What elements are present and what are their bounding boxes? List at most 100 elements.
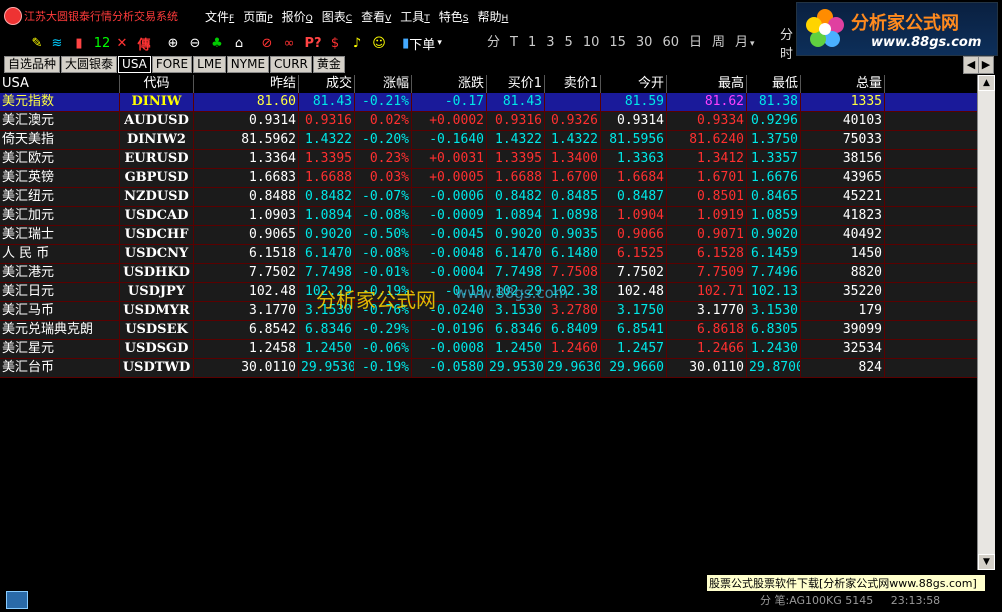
table-row[interactable]: 美汇港元 USDHKD 7.7502 7.7498 -0.01% -0.0004 7.749…	[0, 264, 977, 283]
period-button-10[interactable]: 周	[707, 34, 730, 52]
table-row[interactable]: 美汇英镑 GBPUSD 1.6683 1.6688 0.03% +0.0005 1.6688…	[0, 169, 977, 188]
menu-item-v[interactable]: 查看V	[361, 8, 400, 25]
column-header-0[interactable]: USA	[0, 75, 120, 93]
smiley-icon[interactable]: ☺	[370, 34, 388, 52]
table-row[interactable]: 人 民 币 USDCNY 6.1518 6.1470 -0.08% -0.0048 6.14…	[0, 245, 977, 264]
period-button-4[interactable]: 5	[560, 34, 578, 52]
cell-diff: +0.0002	[412, 112, 487, 130]
intraday-button[interactable]: 分时	[780, 28, 804, 62]
period-button-8[interactable]: 60	[657, 34, 684, 52]
cell-prev: 6.8542	[194, 321, 299, 339]
menu-item-s[interactable]: 特色S	[439, 8, 478, 25]
cell-low: 1.2430	[747, 340, 801, 358]
column-header-11[interactable]: 总量	[801, 75, 885, 93]
tree-icon[interactable]: ♣	[208, 34, 226, 52]
cell-name: 美汇加元	[0, 207, 120, 225]
cell-bid: 6.1470	[487, 245, 545, 263]
menu-item-p[interactable]: 页面P	[243, 8, 281, 25]
bell-icon[interactable]: ♪	[348, 34, 366, 52]
pen-icon[interactable]: ✎	[28, 34, 46, 52]
table-row[interactable]: 倚天美指 DINIW2 81.5962 1.4322 -0.20% -0.1640 1.43…	[0, 131, 977, 150]
column-header-7[interactable]: 卖价1	[545, 75, 601, 93]
bar-chart-icon[interactable]: ▮	[70, 34, 88, 52]
tab-7[interactable]: 黄金	[312, 56, 345, 73]
tab-scroll-right-button[interactable]: ▶	[978, 56, 994, 74]
period-number[interactable]: 12	[92, 34, 112, 52]
tab-5[interactable]: NYME	[226, 56, 270, 73]
zoom-in-icon[interactable]: ⊕	[164, 34, 182, 52]
tab-3[interactable]: FORE	[151, 56, 193, 73]
column-header-8[interactable]: 今开	[601, 75, 667, 93]
column-header-5[interactable]: 涨跌	[412, 75, 487, 93]
watermark-url: www.88gs.com	[455, 284, 569, 302]
scroll-track[interactable]	[978, 91, 995, 554]
tab-4[interactable]: LME	[193, 56, 226, 73]
column-header-1[interactable]: 代码	[120, 75, 194, 93]
column-header-10[interactable]: 最低	[747, 75, 801, 93]
column-header-6[interactable]: 买价1	[487, 75, 545, 93]
home-icon[interactable]: ⌂	[230, 34, 248, 52]
app-icon[interactable]	[4, 7, 22, 25]
period-button-5[interactable]: 10	[578, 34, 605, 52]
network-status-icon[interactable]	[6, 591, 28, 609]
period-button-9[interactable]: 日	[684, 34, 707, 52]
tab-6[interactable]: CURR	[270, 56, 312, 73]
menu-item-c[interactable]: 图表C	[322, 8, 361, 25]
close-chart-icon[interactable]: ✕	[114, 34, 130, 52]
tab-0[interactable]: 自选品种	[4, 56, 61, 73]
chart-tools-icon[interactable]: ≋	[48, 34, 66, 52]
table-row[interactable]: 美汇加元 USDCAD 1.0903 1.0894 -0.08% -0.0009 1.089…	[0, 207, 977, 226]
menu-item-f[interactable]: 文件F	[205, 8, 243, 25]
logo-title: 分析家公式网	[851, 13, 959, 34]
period-button-0[interactable]: 分	[482, 34, 505, 52]
table-row[interactable]: 美元指数 DINIW 81.60 81.43 -0.21% -0.17 81.43 81.59…	[0, 93, 977, 112]
tab-1[interactable]: 大圆银泰	[61, 56, 118, 73]
binoculars-icon[interactable]: ∞	[280, 34, 298, 52]
zoom-out-icon[interactable]: ⊖	[186, 34, 204, 52]
menu-item-q[interactable]: 报价Q	[282, 8, 322, 25]
cell-open: 1.6684	[601, 169, 667, 187]
table-row[interactable]: 美汇台币 USDTWD 30.0110 29.9530 -0.19% -0.0580 29.…	[0, 359, 977, 378]
vertical-scrollbar[interactable]: ▲ ▼	[977, 75, 995, 570]
cell-bid: 1.0894	[487, 207, 545, 225]
menu-item-h[interactable]: 帮助H	[478, 8, 518, 25]
cell-last: 1.4322	[299, 131, 355, 149]
cell-last: 0.9316	[299, 112, 355, 130]
tab-2[interactable]: USA	[118, 56, 151, 73]
table-row[interactable]: 美汇星元 USDSGD 1.2458 1.2450 -0.06% -0.0008 1.245…	[0, 340, 977, 359]
table-row[interactable]: 美汇马币 USDMYR 3.1770 3.1530 -0.76% -0.0240 3.153…	[0, 302, 977, 321]
scroll-up-button[interactable]: ▲	[978, 75, 995, 91]
cell-high: 1.6701	[667, 169, 747, 187]
table-row[interactable]: 美汇纽元 NZDUSD 0.8488 0.8482 -0.07% -0.0006 0.848…	[0, 188, 977, 207]
table-row[interactable]: 美汇瑞士 USDCHF 0.9065 0.9020 -0.50% -0.0045 0.902…	[0, 226, 977, 245]
column-header-2[interactable]: 昨结	[194, 75, 299, 93]
cell-vol: 43965	[801, 169, 885, 187]
help-query-icon[interactable]: P?	[302, 34, 324, 52]
tab-scroll-left-button[interactable]: ◀	[963, 56, 979, 74]
scroll-down-button[interactable]: ▼	[978, 554, 995, 570]
period-button-1[interactable]: T	[505, 34, 523, 52]
table-row[interactable]: 美汇欧元 EURUSD 1.3364 1.3395 0.23% +0.0031 1.3395…	[0, 150, 977, 169]
cell-ask: 6.1480	[545, 245, 601, 263]
period-button-11[interactable]: 月 ▾	[730, 34, 760, 52]
cell-high: 1.2466	[667, 340, 747, 358]
column-header-3[interactable]: 成交	[299, 75, 355, 93]
period-button-6[interactable]: 15	[604, 34, 631, 52]
transmit-icon[interactable]: 傳	[134, 34, 154, 53]
ad-banner[interactable]: 股票公式股票软件下载[分析家公式网www.88gs.com]	[706, 574, 986, 592]
menu-item-t[interactable]: 工具T	[400, 8, 439, 25]
period-button-3[interactable]: 3	[541, 34, 559, 52]
window-title: 江苏大圆银泰行情分析交易系统	[24, 10, 178, 23]
order-button[interactable]: ▮ 下单 ▾	[400, 34, 444, 53]
dollar-icon[interactable]: $	[326, 34, 344, 52]
period-button-2[interactable]: 1	[523, 34, 541, 52]
cell-name: 美汇马币	[0, 302, 120, 320]
link-icon[interactable]: ⊘	[258, 34, 276, 52]
table-row[interactable]: 美汇澳元 AUDUSD 0.9314 0.9316 0.02% +0.0002 0.9316…	[0, 112, 977, 131]
table-row[interactable]: 美元兑瑞典克朗 USDSEK 6.8542 6.8346 -0.29% -0.0196 6.…	[0, 321, 977, 340]
period-button-7[interactable]: 30	[631, 34, 658, 52]
cell-vol: 32534	[801, 340, 885, 358]
column-header-4[interactable]: 涨幅	[355, 75, 412, 93]
cell-low: 6.8305	[747, 321, 801, 339]
column-header-9[interactable]: 最高	[667, 75, 747, 93]
